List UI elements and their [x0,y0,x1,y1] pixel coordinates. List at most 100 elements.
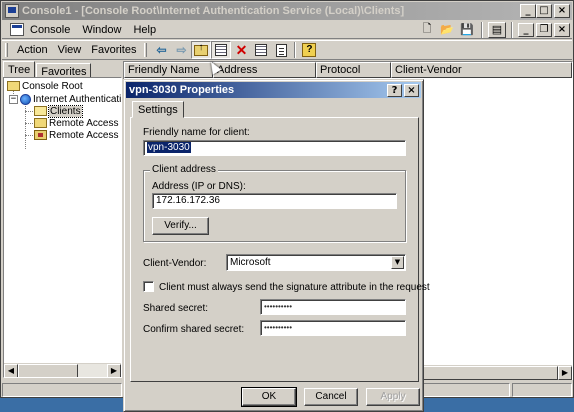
signature-checkbox[interactable] [143,281,154,292]
folder-open-icon [34,106,47,116]
tree-item-label: Remote Access Logging [49,117,121,129]
maximize-button[interactable]: □ [536,4,552,18]
tree-icon [215,44,228,56]
collapse-icon[interactable]: − [9,94,18,104]
help-question-button[interactable]: ? [387,83,402,97]
forward-arrow-icon[interactable]: ⇨ [171,41,191,59]
toolbar-grip[interactable] [5,43,8,57]
friendly-name-field[interactable]: vpn-3030 [143,140,406,156]
friendly-name-value: vpn-3030 [147,142,191,153]
tree-item-label: Console Root [22,80,83,92]
confirm-secret-field[interactable]: •••••••••• [260,320,406,336]
new-icon[interactable]: 🗋 [418,22,436,38]
column-header-protocol[interactable]: Protocol [316,62,391,78]
address-field[interactable]: 172.16.172.36 [152,193,397,209]
menu-favorites[interactable]: Favorites [86,44,141,56]
scroll-right-icon[interactable]: ▶ [558,366,572,380]
tree-item-label: Internet Authentication Service (Local) [33,93,122,105]
minimize-button[interactable]: _ [520,4,536,18]
verify-button[interactable]: Verify... [152,217,209,235]
column-header-friendly-name[interactable]: Friendly Name [124,62,213,78]
dialog-titlebar[interactable]: vpn-3030 Properties ? × [126,82,421,98]
cancel-button[interactable]: Cancel [304,388,358,406]
signature-checkbox-label[interactable]: Client must always send the signature at… [159,282,430,293]
export-doc-icon [275,43,287,57]
toolbar-separator [294,42,297,58]
menu-help[interactable]: Help [127,24,162,36]
column-header-client-vendor[interactable]: Client-Vendor [391,62,572,78]
client-address-legend: Client address [150,164,218,175]
menu-action[interactable]: Action [12,44,53,56]
tree-item-remote-access-policies[interactable]: Remote Access Policies [34,129,121,141]
tree-item-remote-access-logging[interactable]: Remote Access Logging [34,117,121,129]
menu-view[interactable]: View [53,44,87,56]
client-vendor-value: Microsoft [230,257,271,268]
column-header-address[interactable]: Address [213,62,316,78]
dialog-title: vpn-3030 Properties [129,84,235,96]
new-window-icon[interactable]: ▤ [488,21,506,38]
show-hide-tree-button[interactable] [211,41,232,59]
toolbar-separator [511,21,513,38]
menu-window[interactable]: Window [76,24,127,36]
tree-item-ias[interactable]: − Internet Authentication Service (Local… [9,93,122,105]
scroll-left-icon[interactable]: ◀ [4,364,18,377]
toolbar-grip[interactable] [144,43,148,57]
tree-item-console-root[interactable]: Console Root [7,80,83,92]
help-icon: ? [302,43,317,57]
ok-button[interactable]: OK [241,387,297,407]
confirm-secret-label: Confirm shared secret: [143,324,245,335]
back-arrow-icon[interactable]: ⇦ [151,41,171,59]
shared-secret-field[interactable]: •••••••••• [260,299,406,315]
help-button[interactable]: ? [299,41,319,59]
tab-favorites[interactable]: Favorites [36,63,92,78]
address-label: Address (IP or DNS): [152,181,246,192]
status-panel [512,383,572,397]
folder-icon [34,118,47,128]
window-title: Console1 - [Console Root\Internet Authen… [22,5,405,17]
toolbar: Action View Favorites ⇦ ⇨ ✕ ? [2,40,572,60]
tree-view[interactable]: Console Root − Internet Authentication S… [3,77,122,378]
delete-icon[interactable]: ✕ [231,41,251,59]
tree-item-clients[interactable]: Clients [34,104,83,118]
scroll-right-icon[interactable]: ▶ [107,364,121,377]
client-vendor-label: Client-Vendor: [143,258,207,269]
child-minimize-button[interactable]: _ [518,22,534,37]
folder-up-icon [194,42,209,56]
list-header: Friendly Name Address Protocol Client-Ve… [124,62,572,78]
tab-tree[interactable]: Tree [3,61,36,78]
console-app-icon[interactable] [5,4,19,18]
open-icon[interactable]: 📂 [438,22,456,38]
address-value: 172.16.172.36 [156,195,220,206]
settings-panel: Friendly name for client: vpn-3030 Clien… [130,117,430,382]
properties-grid-icon [255,44,268,56]
dialog-close-button[interactable]: × [404,83,419,97]
child-restore-button[interactable]: ❐ [536,22,552,37]
up-one-level-button[interactable] [191,41,212,59]
properties-dialog: vpn-3030 Properties ? × Settings Friendl… [123,79,430,412]
scroll-thumb[interactable] [18,364,78,377]
toolbar-separator [481,21,483,38]
properties-icon[interactable] [251,41,271,59]
window-titlebar[interactable]: Console1 - [Console Root\Internet Authen… [2,2,572,20]
close-button[interactable]: × [554,4,570,18]
tab-settings[interactable]: Settings [132,101,184,118]
client-vendor-select[interactable]: Microsoft ▼ [226,254,406,271]
tree-connector [25,100,26,149]
folder-icon [7,81,20,91]
tree-item-label: Clients [48,104,83,118]
globe-icon [20,93,31,105]
menubar: Console Window Help 🗋 📂 💾 ▤ _ ❐ × [2,21,572,39]
tree-horizontal-scrollbar[interactable]: ◀ ▶ [4,363,121,377]
confirm-secret-value: •••••••••• [264,323,293,332]
shared-secret-label: Shared secret: [143,303,209,314]
menu-console[interactable]: Console [24,24,76,36]
status-panel [2,383,122,397]
chevron-down-icon[interactable]: ▼ [391,256,404,269]
apply-button[interactable]: Apply [366,388,420,406]
console-menu-icon[interactable] [10,23,24,36]
save-icon[interactable]: 💾 [458,22,476,38]
client-address-group: Client address Address (IP or DNS): 172.… [143,164,406,242]
friendly-name-label: Friendly name for client: [143,127,250,138]
child-close-button[interactable]: × [554,22,570,37]
export-list-icon[interactable] [271,41,291,59]
